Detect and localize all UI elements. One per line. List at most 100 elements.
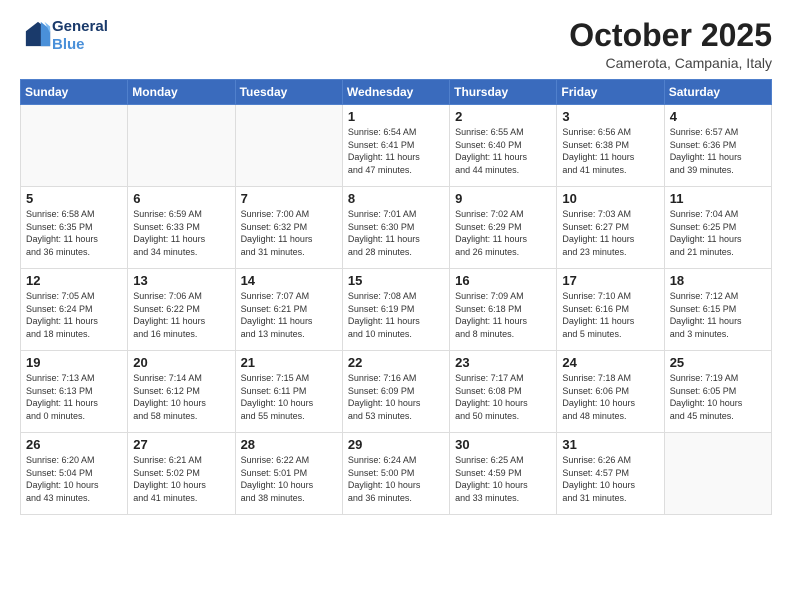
day-info: Sunrise: 6:57 AM Sunset: 6:36 PM Dayligh… [670,126,766,176]
day-cell: 15Sunrise: 7:08 AM Sunset: 6:19 PM Dayli… [342,269,449,351]
day-info: Sunrise: 7:06 AM Sunset: 6:22 PM Dayligh… [133,290,229,340]
day-number: 7 [241,191,337,206]
day-number: 8 [348,191,444,206]
day-cell: 31Sunrise: 6:26 AM Sunset: 4:57 PM Dayli… [557,433,664,515]
day-cell: 13 Sunrise: 7:06 AM Sunset: 6:22 PM Dayli… [128,269,235,351]
day-cell: 5 Sunrise: 6:58 AM Sunset: 6:35 PM Daylig… [21,187,128,269]
day-info: Sunrise: 7:00 AM Sunset: 6:32 PM Dayligh… [241,208,337,258]
day-number: 26 [26,437,122,452]
day-info: Sunrise: 7:12 AM Sunset: 6:15 PM Dayligh… [670,290,766,340]
day-cell: 27Sunrise: 6:21 AM Sunset: 5:02 PM Dayli… [128,433,235,515]
day-cell: 9 Sunrise: 7:02 AM Sunset: 6:29 PM Daylig… [450,187,557,269]
logo: General Blue [20,18,108,54]
day-cell [128,105,235,187]
day-cell [664,433,771,515]
day-cell: 26 Sunrise: 6:20 AM Sunset: 5:04 PM Dayli… [21,433,128,515]
day-cell: 20Sunrise: 7:14 AM Sunset: 6:12 PM Dayli… [128,351,235,433]
calendar: SundayMondayTuesdayWednesdayThursdayFrid… [20,79,772,515]
day-number: 3 [562,109,658,124]
day-number: 22 [348,355,444,370]
week-row-5: 26 Sunrise: 6:20 AM Sunset: 5:04 PM Dayli… [21,433,772,515]
weekday-thursday: Thursday [450,80,557,105]
day-number: 11 [670,191,766,206]
day-number: 12 [26,273,122,288]
day-number: 16 [455,273,551,288]
day-info: Sunrise: 7:19 AM Sunset: 6:05 PM Dayligh… [670,372,766,422]
day-number: 17 [562,273,658,288]
day-cell: 2 Sunrise: 6:55 AM Sunset: 6:40 PM Daylig… [450,105,557,187]
day-info: Sunrise: 6:20 AM Sunset: 5:04 PM Dayligh… [26,454,122,504]
day-cell: 16 Sunrise: 7:09 AM Sunset: 6:18 PM Dayli… [450,269,557,351]
day-number: 2 [455,109,551,124]
day-cell: 23 Sunrise: 7:17 AM Sunset: 6:08 PM Dayli… [450,351,557,433]
day-cell: 7 Sunrise: 7:00 AM Sunset: 6:32 PM Daylig… [235,187,342,269]
day-number: 25 [670,355,766,370]
day-number: 18 [670,273,766,288]
day-cell: 24 Sunrise: 7:18 AM Sunset: 6:06 PM Dayli… [557,351,664,433]
title-block: October 2025 Camerota, Campania, Italy [569,18,772,71]
day-info: Sunrise: 6:56 AM Sunset: 6:38 PM Dayligh… [562,126,658,176]
day-cell: 25 Sunrise: 7:19 AM Sunset: 6:05 PM Dayli… [664,351,771,433]
day-info: Sunrise: 7:15 AM Sunset: 6:11 PM Dayligh… [241,372,337,422]
day-number: 23 [455,355,551,370]
day-cell: 3 Sunrise: 6:56 AM Sunset: 6:38 PM Daylig… [557,105,664,187]
day-info: Sunrise: 6:21 AM Sunset: 5:02 PM Dayligh… [133,454,229,504]
day-info: Sunrise: 7:05 AM Sunset: 6:24 PM Dayligh… [26,290,122,340]
day-cell: 29Sunrise: 6:24 AM Sunset: 5:00 PM Dayli… [342,433,449,515]
day-info: Sunrise: 7:01 AM Sunset: 6:30 PM Dayligh… [348,208,444,258]
day-info: Sunrise: 7:03 AM Sunset: 6:27 PM Dayligh… [562,208,658,258]
day-cell [235,105,342,187]
location: Camerota, Campania, Italy [569,55,772,71]
day-number: 10 [562,191,658,206]
day-cell: 10 Sunrise: 7:03 AM Sunset: 6:27 PM Dayli… [557,187,664,269]
weekday-wednesday: Wednesday [342,80,449,105]
logo-icon [24,20,52,48]
week-row-3: 12 Sunrise: 7:05 AM Sunset: 6:24 PM Dayli… [21,269,772,351]
day-number: 24 [562,355,658,370]
day-info: Sunrise: 7:04 AM Sunset: 6:25 PM Dayligh… [670,208,766,258]
day-cell: 21Sunrise: 7:15 AM Sunset: 6:11 PM Dayli… [235,351,342,433]
day-info: Sunrise: 6:59 AM Sunset: 6:33 PM Dayligh… [133,208,229,258]
day-info: Sunrise: 7:02 AM Sunset: 6:29 PM Dayligh… [455,208,551,258]
day-info: Sunrise: 6:58 AM Sunset: 6:35 PM Dayligh… [26,208,122,258]
day-number: 4 [670,109,766,124]
day-info: Sunrise: 7:16 AM Sunset: 6:09 PM Dayligh… [348,372,444,422]
day-cell: 14Sunrise: 7:07 AM Sunset: 6:21 PM Dayli… [235,269,342,351]
day-cell: 22 Sunrise: 7:16 AM Sunset: 6:09 PM Dayli… [342,351,449,433]
week-row-2: 5 Sunrise: 6:58 AM Sunset: 6:35 PM Daylig… [21,187,772,269]
page: General Blue October 2025 Camerota, Camp… [0,0,792,525]
day-number: 30 [455,437,551,452]
day-cell: 28 Sunrise: 6:22 AM Sunset: 5:01 PM Dayli… [235,433,342,515]
day-cell: 4 Sunrise: 6:57 AM Sunset: 6:36 PM Daylig… [664,105,771,187]
day-number: 9 [455,191,551,206]
week-row-4: 19Sunrise: 7:13 AM Sunset: 6:13 PM Dayli… [21,351,772,433]
day-number: 13 [133,273,229,288]
weekday-tuesday: Tuesday [235,80,342,105]
weekday-monday: Monday [128,80,235,105]
day-info: Sunrise: 6:25 AM Sunset: 4:59 PM Dayligh… [455,454,551,504]
day-info: Sunrise: 6:55 AM Sunset: 6:40 PM Dayligh… [455,126,551,176]
day-number: 5 [26,191,122,206]
day-number: 1 [348,109,444,124]
day-cell: 18 Sunrise: 7:12 AM Sunset: 6:15 PM Dayli… [664,269,771,351]
day-info: Sunrise: 7:09 AM Sunset: 6:18 PM Dayligh… [455,290,551,340]
logo-text-blue: Blue [52,36,108,54]
weekday-friday: Friday [557,80,664,105]
day-info: Sunrise: 7:07 AM Sunset: 6:21 PM Dayligh… [241,290,337,340]
day-info: Sunrise: 7:17 AM Sunset: 6:08 PM Dayligh… [455,372,551,422]
day-cell: 11 Sunrise: 7:04 AM Sunset: 6:25 PM Dayli… [664,187,771,269]
day-number: 28 [241,437,337,452]
day-number: 6 [133,191,229,206]
day-info: Sunrise: 7:14 AM Sunset: 6:12 PM Dayligh… [133,372,229,422]
day-info: Sunrise: 6:22 AM Sunset: 5:01 PM Dayligh… [241,454,337,504]
logo-text-general: General [52,18,108,36]
day-info: Sunrise: 7:08 AM Sunset: 6:19 PM Dayligh… [348,290,444,340]
weekday-sunday: Sunday [21,80,128,105]
day-cell: 8 Sunrise: 7:01 AM Sunset: 6:30 PM Daylig… [342,187,449,269]
day-number: 19 [26,355,122,370]
day-cell: 30 Sunrise: 6:25 AM Sunset: 4:59 PM Dayli… [450,433,557,515]
month-title: October 2025 [569,18,772,53]
day-cell: 6 Sunrise: 6:59 AM Sunset: 6:33 PM Daylig… [128,187,235,269]
day-info: Sunrise: 7:18 AM Sunset: 6:06 PM Dayligh… [562,372,658,422]
day-number: 31 [562,437,658,452]
